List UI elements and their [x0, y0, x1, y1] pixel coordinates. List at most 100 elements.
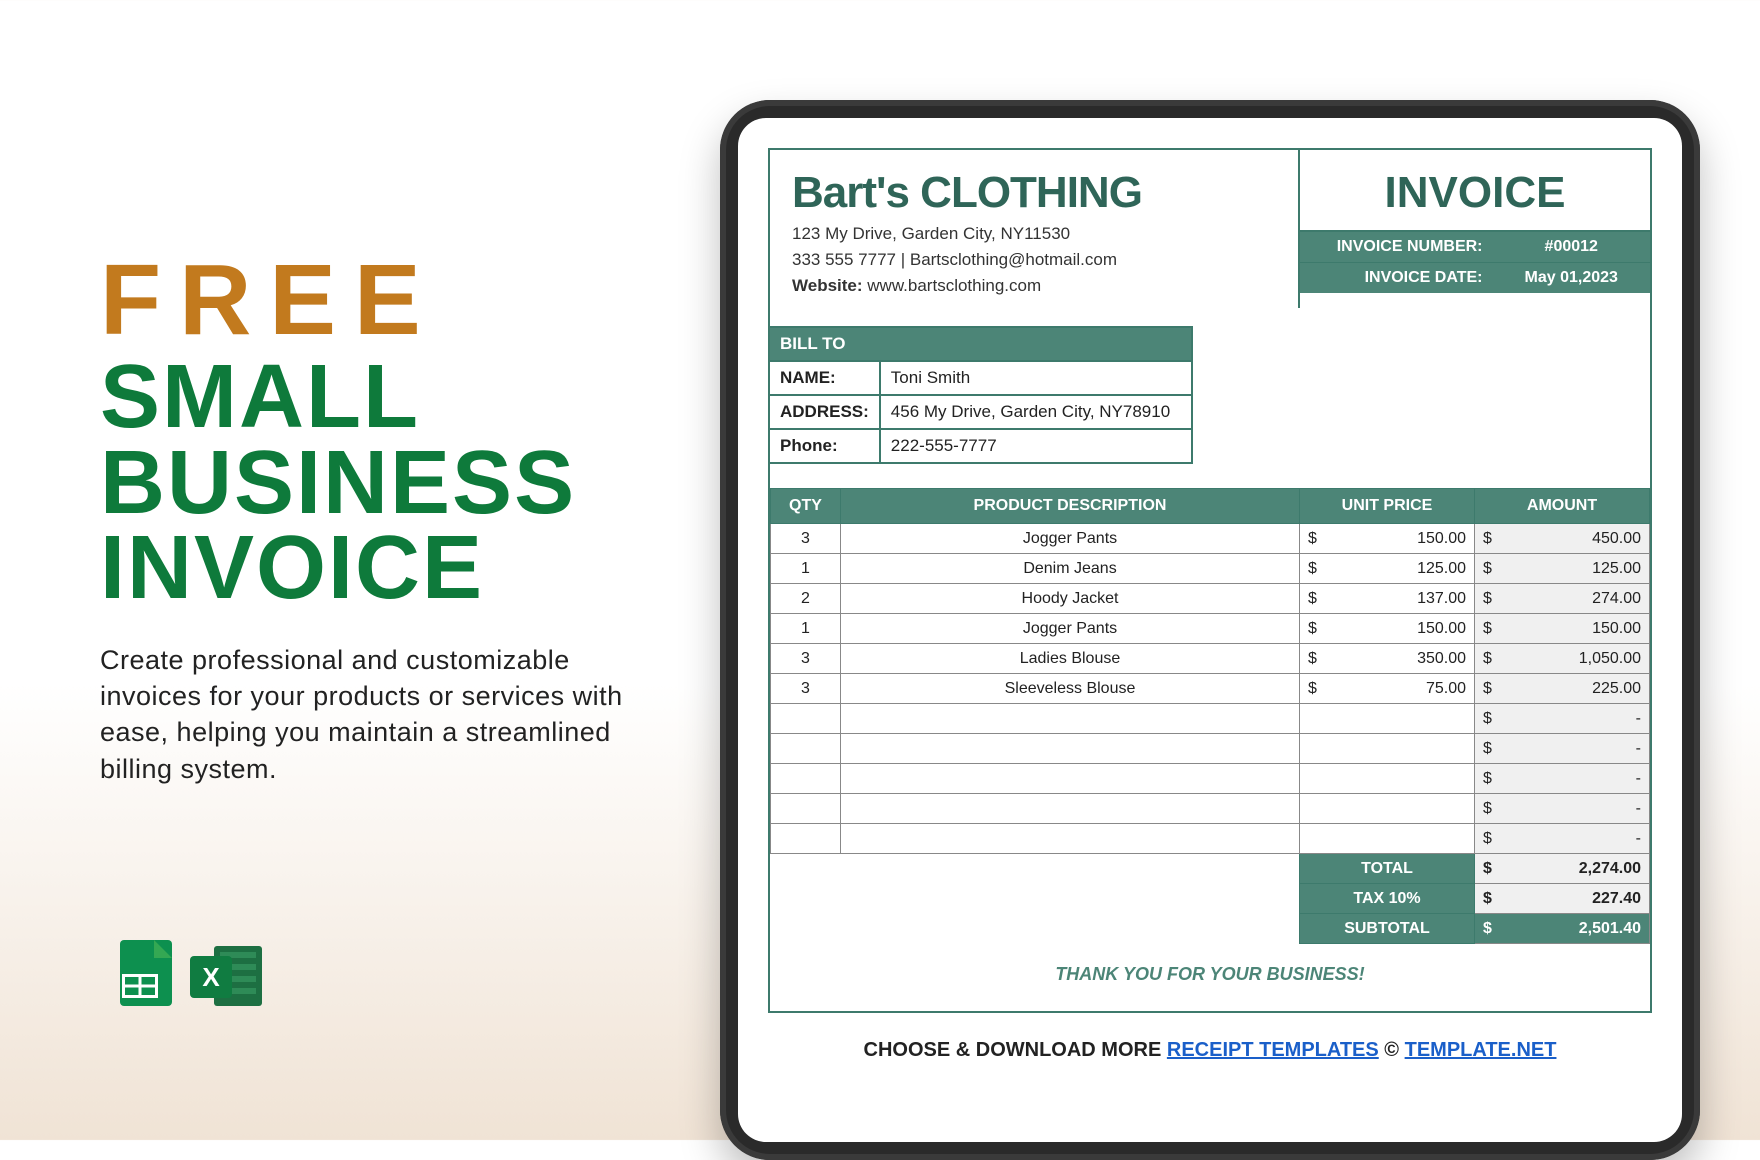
bill-to-address-value: 456 My Drive, Garden City, NY78910	[880, 395, 1192, 429]
cell-description	[841, 824, 1300, 854]
cell-amount: $-	[1475, 764, 1650, 794]
cell-amount: $450.00	[1475, 524, 1650, 554]
cell-qty: 3	[771, 674, 841, 704]
bill-to-name-label: NAME:	[769, 361, 880, 395]
cell-description: Jogger Pants	[841, 524, 1300, 554]
table-row: $-	[771, 704, 1650, 734]
table-row: 1Jogger Pants$150.00$150.00	[771, 614, 1650, 644]
cell-qty	[771, 734, 841, 764]
col-qty: QTY	[771, 489, 841, 524]
bill-to-address-label: ADDRESS:	[769, 395, 880, 429]
footer-link-receipt-templates[interactable]: RECEIPT TEMPLATES	[1167, 1039, 1379, 1061]
cell-qty	[771, 764, 841, 794]
table-row: $-	[771, 734, 1650, 764]
col-amount: AMOUNT	[1475, 489, 1650, 524]
table-row: 3Sleeveless Blouse$75.00$225.00	[771, 674, 1650, 704]
cell-qty	[771, 824, 841, 854]
cell-unit-price: $75.00	[1300, 674, 1475, 704]
cell-qty: 1	[771, 614, 841, 644]
footer-prefix: CHOOSE & DOWNLOAD MORE	[864, 1039, 1167, 1061]
cell-amount: $-	[1475, 734, 1650, 764]
company-phone-email: 333 555 7777 | Bartsclothing@hotmail.com	[792, 250, 1276, 270]
promo-panel: FREE SMALL BUSINESS INVOICE Create profe…	[100, 250, 660, 787]
cell-description: Hoody Jacket	[841, 584, 1300, 614]
cell-description	[841, 794, 1300, 824]
bill-to-phone-label: Phone:	[769, 429, 880, 463]
table-header-row: QTY PRODUCT DESCRIPTION UNIT PRICE AMOUN…	[771, 489, 1650, 524]
cell-description	[841, 704, 1300, 734]
cell-unit-price	[1300, 704, 1475, 734]
cell-unit-price	[1300, 764, 1475, 794]
tablet-frame: Bart's CLOTHING 123 My Drive, Garden Cit…	[720, 100, 1700, 1160]
bill-to-phone-row: Phone: 222-555-7777	[769, 429, 1192, 463]
subtotal-row: SUBTOTAL $2,501.40	[771, 914, 1650, 944]
bill-to-name-value: Toni Smith	[880, 361, 1192, 395]
total-label: TOTAL	[1300, 854, 1475, 884]
subtotal-value: $2,501.40	[1475, 914, 1650, 944]
cell-unit-price: $137.00	[1300, 584, 1475, 614]
cell-unit-price	[1300, 824, 1475, 854]
cell-amount: $-	[1475, 704, 1650, 734]
format-icons: X	[100, 940, 262, 1012]
promo-free-label: FREE	[100, 250, 660, 350]
thank-you-message: THANK YOU FOR YOUR BUSINESS!	[770, 944, 1650, 1011]
company-name: Bart's CLOTHING	[792, 168, 1276, 218]
cell-unit-price	[1300, 734, 1475, 764]
cell-description: Ladies Blouse	[841, 644, 1300, 674]
cell-unit-price: $150.00	[1300, 524, 1475, 554]
line-items-table: QTY PRODUCT DESCRIPTION UNIT PRICE AMOUN…	[770, 488, 1650, 944]
microsoft-excel-icon: X	[190, 940, 262, 1012]
col-unit-price: UNIT PRICE	[1300, 489, 1475, 524]
table-row: $-	[771, 764, 1650, 794]
table-row: 3Jogger Pants$150.00$450.00	[771, 524, 1650, 554]
cell-qty: 3	[771, 524, 841, 554]
cell-description: Sleeveless Blouse	[841, 674, 1300, 704]
invoice-date-row: INVOICE DATE: May 01,2023	[1300, 262, 1650, 293]
cell-amount: $225.00	[1475, 674, 1650, 704]
footer-links: CHOOSE & DOWNLOAD MORE RECEIPT TEMPLATES…	[768, 1039, 1652, 1062]
cell-amount: $1,050.00	[1475, 644, 1650, 674]
cell-qty: 3	[771, 644, 841, 674]
footer-link-template-net[interactable]: TEMPLATE.NET	[1405, 1039, 1557, 1061]
invoice-date-value: May 01,2023	[1493, 263, 1651, 293]
cell-unit-price	[1300, 794, 1475, 824]
promo-description: Create professional and customizable inv…	[100, 642, 660, 788]
cell-qty	[771, 794, 841, 824]
bill-to-address-row: ADDRESS: 456 My Drive, Garden City, NY78…	[769, 395, 1192, 429]
cell-amount: $-	[1475, 824, 1650, 854]
cell-description: Denim Jeans	[841, 554, 1300, 584]
table-row: $-	[771, 824, 1650, 854]
bill-to-name-row: NAME: Toni Smith	[769, 361, 1192, 395]
cell-amount: $125.00	[1475, 554, 1650, 584]
table-row: $-	[771, 794, 1650, 824]
tablet-screen: Bart's CLOTHING 123 My Drive, Garden Cit…	[738, 118, 1682, 1142]
invoice-meta-box: INVOICE INVOICE NUMBER: #00012 INVOICE D…	[1300, 150, 1650, 308]
bill-to-header: BILL TO	[768, 326, 1193, 360]
cell-qty: 1	[771, 554, 841, 584]
company-address: 123 My Drive, Garden City, NY11530	[792, 224, 1276, 244]
bill-to-block: BILL TO NAME: Toni Smith ADDRESS: 456 My…	[768, 326, 1193, 464]
invoice-document: Bart's CLOTHING 123 My Drive, Garden Cit…	[768, 148, 1652, 1013]
cell-description	[841, 764, 1300, 794]
promo-title: SMALL BUSINESS INVOICE	[100, 355, 660, 612]
cell-amount: $274.00	[1475, 584, 1650, 614]
tax-label: TAX 10%	[1300, 884, 1475, 914]
cell-amount: $-	[1475, 794, 1650, 824]
invoice-date-label: INVOICE DATE:	[1300, 263, 1493, 293]
invoice-number-row: INVOICE NUMBER: #00012	[1300, 232, 1650, 262]
google-sheets-icon	[100, 940, 172, 1012]
bill-to-phone-value: 222-555-7777	[880, 429, 1192, 463]
invoice-number-value: #00012	[1493, 232, 1651, 262]
company-website-row: Website: www.bartsclothing.com	[792, 276, 1276, 296]
tax-value: $227.40	[1475, 884, 1650, 914]
col-description: PRODUCT DESCRIPTION	[841, 489, 1300, 524]
cell-unit-price: $125.00	[1300, 554, 1475, 584]
company-block: Bart's CLOTHING 123 My Drive, Garden Cit…	[770, 150, 1300, 308]
website-value: www.bartsclothing.com	[867, 276, 1041, 295]
cell-amount: $150.00	[1475, 614, 1650, 644]
cell-unit-price: $350.00	[1300, 644, 1475, 674]
table-row: 2Hoody Jacket$137.00$274.00	[771, 584, 1650, 614]
cell-description: Jogger Pants	[841, 614, 1300, 644]
excel-letter: X	[190, 956, 232, 998]
website-label: Website:	[792, 276, 863, 295]
